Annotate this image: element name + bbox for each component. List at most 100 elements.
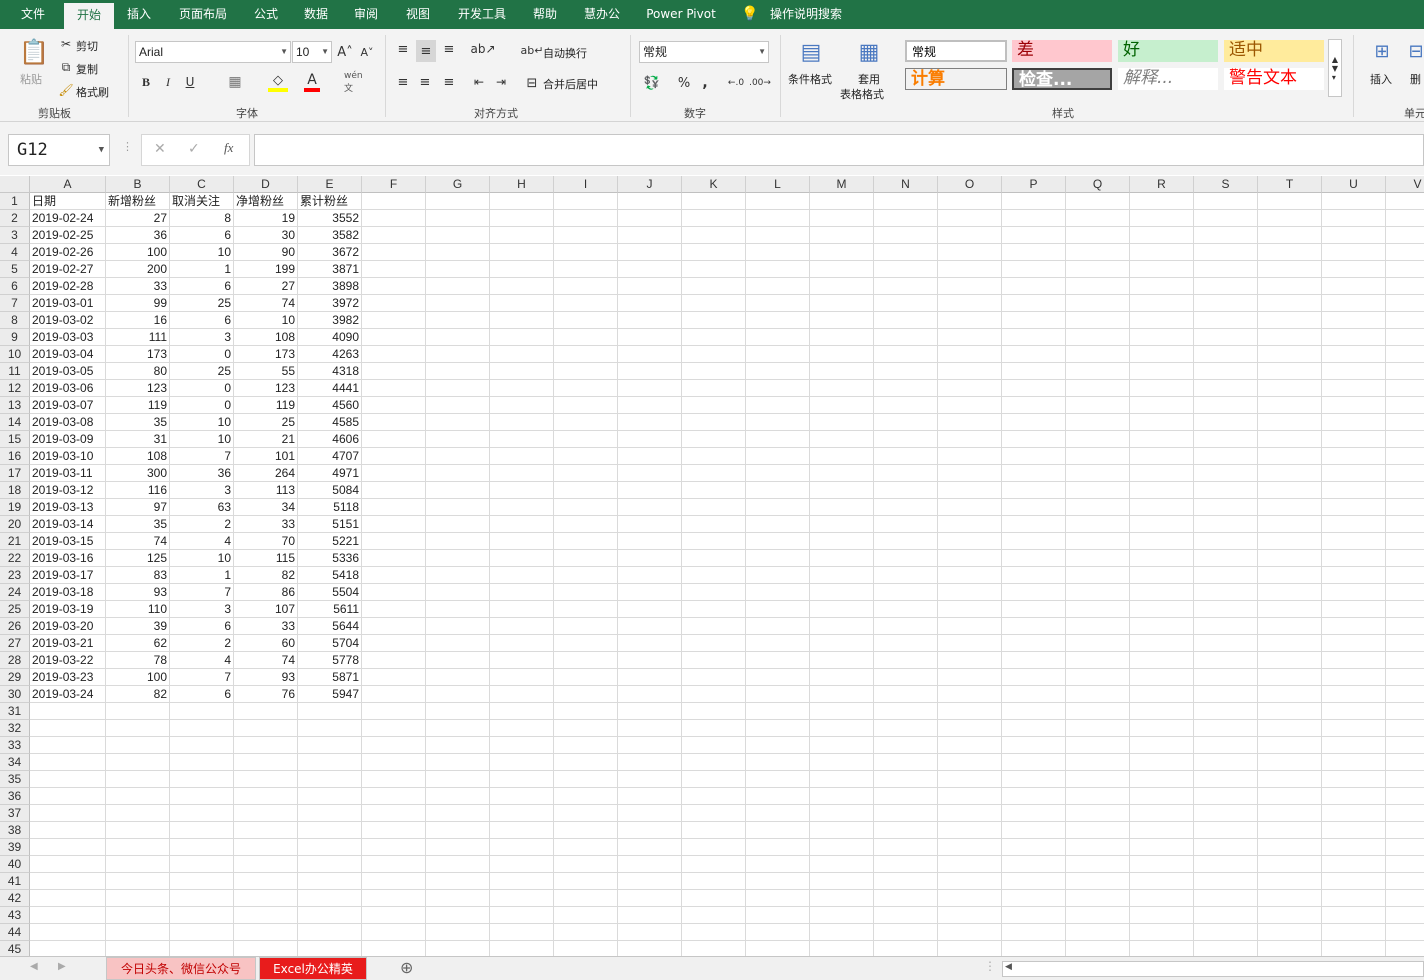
empty-cell[interactable] <box>1002 567 1066 584</box>
empty-cell[interactable] <box>1130 448 1194 465</box>
empty-cell[interactable] <box>362 652 426 669</box>
empty-cell[interactable] <box>682 210 746 227</box>
empty-cell[interactable] <box>1002 414 1066 431</box>
empty-cell[interactable] <box>1386 499 1424 516</box>
column-header-s[interactable]: S <box>1194 176 1258 193</box>
empty-cell[interactable] <box>490 397 554 414</box>
empty-cell[interactable] <box>810 397 874 414</box>
empty-cell[interactable] <box>874 516 938 533</box>
empty-cell[interactable] <box>746 244 810 261</box>
empty-cell[interactable] <box>234 703 298 720</box>
data-cell[interactable]: 21 <box>234 431 298 448</box>
empty-cell[interactable] <box>490 499 554 516</box>
empty-cell[interactable] <box>1258 550 1322 567</box>
empty-cell[interactable] <box>618 703 682 720</box>
empty-cell[interactable] <box>234 907 298 924</box>
empty-cell[interactable] <box>362 788 426 805</box>
header-cell[interactable]: 累计粉丝 <box>298 193 362 210</box>
empty-cell[interactable] <box>234 771 298 788</box>
empty-cell[interactable] <box>1322 907 1386 924</box>
empty-cell[interactable] <box>1130 584 1194 601</box>
empty-cell[interactable] <box>618 788 682 805</box>
empty-cell[interactable] <box>1130 312 1194 329</box>
empty-cell[interactable] <box>106 754 170 771</box>
empty-cell[interactable] <box>170 907 234 924</box>
empty-cell[interactable] <box>362 431 426 448</box>
data-cell[interactable]: 2019-03-16 <box>30 550 106 567</box>
row-header[interactable]: 32 <box>0 720 30 737</box>
empty-cell[interactable] <box>1130 210 1194 227</box>
empty-cell[interactable] <box>1258 482 1322 499</box>
empty-cell[interactable] <box>1194 499 1258 516</box>
empty-cell[interactable] <box>1322 431 1386 448</box>
empty-cell[interactable] <box>490 584 554 601</box>
empty-cell[interactable] <box>1130 686 1194 703</box>
empty-cell[interactable] <box>682 907 746 924</box>
data-cell[interactable]: 2019-03-08 <box>30 414 106 431</box>
empty-cell[interactable] <box>1194 652 1258 669</box>
empty-cell[interactable] <box>874 873 938 890</box>
empty-cell[interactable] <box>1322 312 1386 329</box>
empty-cell[interactable] <box>1194 601 1258 618</box>
empty-cell[interactable] <box>874 686 938 703</box>
empty-cell[interactable] <box>362 482 426 499</box>
empty-cell[interactable] <box>1194 924 1258 941</box>
header-cell[interactable]: 新增粉丝 <box>106 193 170 210</box>
data-cell[interactable]: 5336 <box>298 550 362 567</box>
empty-cell[interactable] <box>1322 567 1386 584</box>
empty-cell[interactable] <box>1066 703 1130 720</box>
empty-cell[interactable] <box>426 805 490 822</box>
empty-cell[interactable] <box>362 533 426 550</box>
empty-cell[interactable] <box>298 703 362 720</box>
empty-cell[interactable] <box>1194 448 1258 465</box>
empty-cell[interactable] <box>1066 482 1130 499</box>
empty-cell[interactable] <box>1130 550 1194 567</box>
empty-cell[interactable] <box>1386 210 1424 227</box>
empty-cell[interactable] <box>1322 516 1386 533</box>
empty-cell[interactable] <box>810 618 874 635</box>
column-header-j[interactable]: J <box>618 176 682 193</box>
empty-cell[interactable] <box>1322 924 1386 941</box>
empty-cell[interactable] <box>938 805 1002 822</box>
empty-cell[interactable] <box>810 431 874 448</box>
row-header[interactable]: 40 <box>0 856 30 873</box>
empty-cell[interactable] <box>554 601 618 618</box>
align-bottom-icon[interactable]: ≡ <box>440 40 458 58</box>
empty-cell[interactable] <box>30 788 106 805</box>
tab-power-pivot[interactable]: Power Pivot <box>636 0 726 29</box>
empty-cell[interactable] <box>618 941 682 956</box>
empty-cell[interactable] <box>1258 312 1322 329</box>
empty-cell[interactable] <box>1386 346 1424 363</box>
data-cell[interactable]: 100 <box>106 244 170 261</box>
empty-cell[interactable] <box>426 499 490 516</box>
empty-cell[interactable] <box>746 584 810 601</box>
empty-cell[interactable] <box>362 907 426 924</box>
data-cell[interactable]: 3 <box>170 482 234 499</box>
empty-cell[interactable] <box>30 805 106 822</box>
empty-cell[interactable] <box>426 754 490 771</box>
empty-cell[interactable] <box>1386 516 1424 533</box>
empty-cell[interactable] <box>874 482 938 499</box>
empty-cell[interactable] <box>234 788 298 805</box>
data-cell[interactable]: 35 <box>106 516 170 533</box>
empty-cell[interactable] <box>362 465 426 482</box>
row-header[interactable]: 39 <box>0 839 30 856</box>
data-cell[interactable]: 3972 <box>298 295 362 312</box>
empty-cell[interactable] <box>1258 227 1322 244</box>
data-cell[interactable]: 123 <box>234 380 298 397</box>
data-cell[interactable]: 125 <box>106 550 170 567</box>
data-cell[interactable]: 5947 <box>298 686 362 703</box>
empty-cell[interactable] <box>1002 856 1066 873</box>
empty-cell[interactable] <box>618 312 682 329</box>
empty-cell[interactable] <box>746 431 810 448</box>
empty-cell[interactable] <box>938 516 1002 533</box>
empty-cell[interactable] <box>170 703 234 720</box>
data-cell[interactable]: 101 <box>234 448 298 465</box>
empty-cell[interactable] <box>362 618 426 635</box>
increase-decimal-icon[interactable]: ←.0 <box>726 73 746 93</box>
empty-cell[interactable] <box>810 567 874 584</box>
empty-cell[interactable] <box>362 567 426 584</box>
data-cell[interactable]: 2019-03-12 <box>30 482 106 499</box>
empty-cell[interactable] <box>1002 788 1066 805</box>
empty-cell[interactable] <box>1258 856 1322 873</box>
